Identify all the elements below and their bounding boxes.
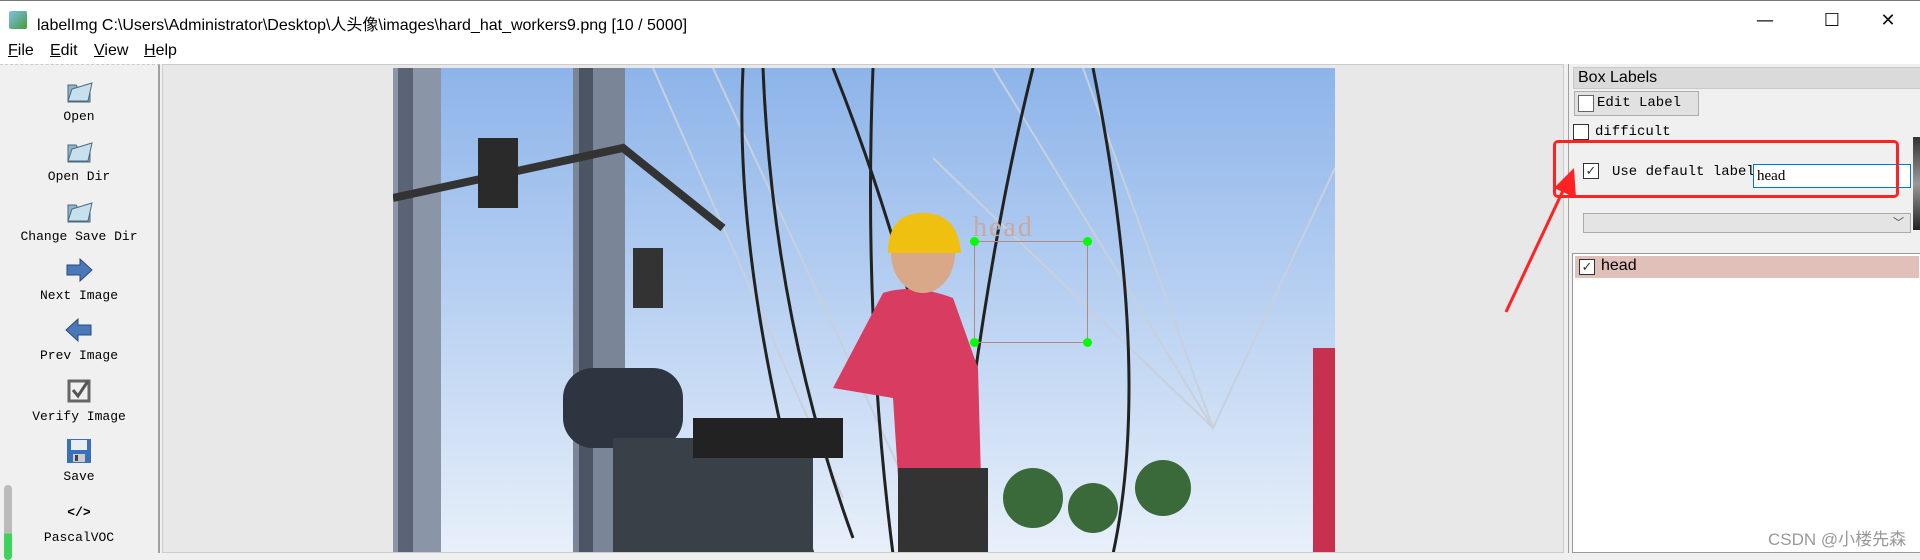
floppy-icon xyxy=(67,439,91,463)
chevron-down-icon: ﹀ xyxy=(1893,217,1904,229)
arrow-right-icon xyxy=(66,257,93,283)
toolbar-scrollbar[interactable] xyxy=(4,485,12,560)
minimize-button[interactable]: — xyxy=(1742,5,1788,37)
maximize-button[interactable]: ☐ xyxy=(1809,5,1855,37)
difficult-label: difficult xyxy=(1595,124,1671,140)
difficult-checkbox[interactable] xyxy=(1573,124,1589,140)
next-image-button[interactable]: Next Image xyxy=(0,256,158,303)
close-button[interactable]: ✕ xyxy=(1865,5,1911,37)
list-item-label: head xyxy=(1601,257,1637,274)
toolbar: Open Open Dir Change Save Dir Next Image… xyxy=(0,64,160,560)
change-save-dir-button[interactable]: Change Save Dir xyxy=(0,197,158,244)
menu-view-label: iew xyxy=(104,42,129,59)
menu-file[interactable]: File xyxy=(8,42,34,60)
format-toggle-button[interactable]: </> PascalVOC xyxy=(0,505,158,545)
menu-view[interactable]: View xyxy=(94,42,128,60)
edit-label-button[interactable]: Edit Label xyxy=(1574,91,1699,116)
folder-icon xyxy=(67,142,93,163)
change-save-dir-label: Change Save Dir xyxy=(20,229,138,244)
annotation-arrow-icon xyxy=(1504,168,1576,313)
dock-title: Box Labels xyxy=(1573,67,1920,89)
title-bar: labelImg C:\Users\Administrator\Desktop\… xyxy=(0,0,1920,40)
menu-edit-key: E xyxy=(50,42,61,59)
verify-image-button[interactable]: Verify Image xyxy=(0,377,158,424)
label-list[interactable]: ✓ head xyxy=(1572,253,1920,553)
verify-image-label: Verify Image xyxy=(32,409,126,424)
menu-help-key: H xyxy=(144,42,156,59)
folder-icon xyxy=(67,82,93,103)
menu-file-label: ile xyxy=(17,42,34,59)
prev-image-button[interactable]: Prev Image xyxy=(0,316,158,363)
folder-icon xyxy=(67,202,93,223)
label-combobox[interactable]: ﹀ xyxy=(1583,213,1911,233)
image-photo xyxy=(393,68,1335,552)
next-image-label: Next Image xyxy=(39,288,118,303)
menu-help-label: elp xyxy=(155,42,177,59)
prev-image-label: Prev Image xyxy=(39,348,118,363)
watermark: CSDN @小楼先森 xyxy=(1768,530,1907,549)
menu-edit[interactable]: Edit xyxy=(50,42,78,60)
pencil-icon xyxy=(1578,95,1594,112)
box-corner-handle[interactable] xyxy=(1083,237,1092,246)
box-labels-dock: Box Labels Edit Label difficult ✓ Use de… xyxy=(1568,64,1920,553)
arrow-left-icon xyxy=(65,317,92,343)
menu-file-key: F xyxy=(8,42,18,59)
app-icon xyxy=(9,11,27,29)
list-item[interactable]: ✓ head xyxy=(1575,256,1919,278)
code-icon: </> xyxy=(67,505,91,520)
annotation-highlight-box xyxy=(1553,140,1899,198)
open-dir-label: Open Dir xyxy=(47,169,111,184)
open-dir-button[interactable]: Open Dir xyxy=(0,137,158,184)
pascalvoc-label: PascalVOC xyxy=(43,530,115,545)
menu-help[interactable]: Help xyxy=(144,42,177,60)
checkbox-icon xyxy=(67,379,91,403)
box-corner-handle[interactable] xyxy=(970,338,979,347)
menu-edit-label: dit xyxy=(60,42,78,59)
box-label-text: head xyxy=(973,212,1034,243)
image-canvas[interactable]: head xyxy=(162,64,1564,553)
bounding-box[interactable]: head xyxy=(970,212,1092,347)
save-button[interactable]: Save xyxy=(0,437,158,484)
menu-view-key: V xyxy=(94,42,105,59)
window-title: labelImg C:\Users\Administrator\Desktop\… xyxy=(37,17,688,34)
dock-thumbnail xyxy=(1913,137,1920,230)
menu-bar: File Edit View Help xyxy=(0,40,1920,64)
open-label: Open xyxy=(63,109,95,124)
open-button[interactable]: Open xyxy=(0,77,158,124)
edit-label-text: Edit Label xyxy=(1597,95,1682,111)
save-label: Save xyxy=(63,469,95,484)
box-corner-handle[interactable] xyxy=(1083,338,1092,347)
